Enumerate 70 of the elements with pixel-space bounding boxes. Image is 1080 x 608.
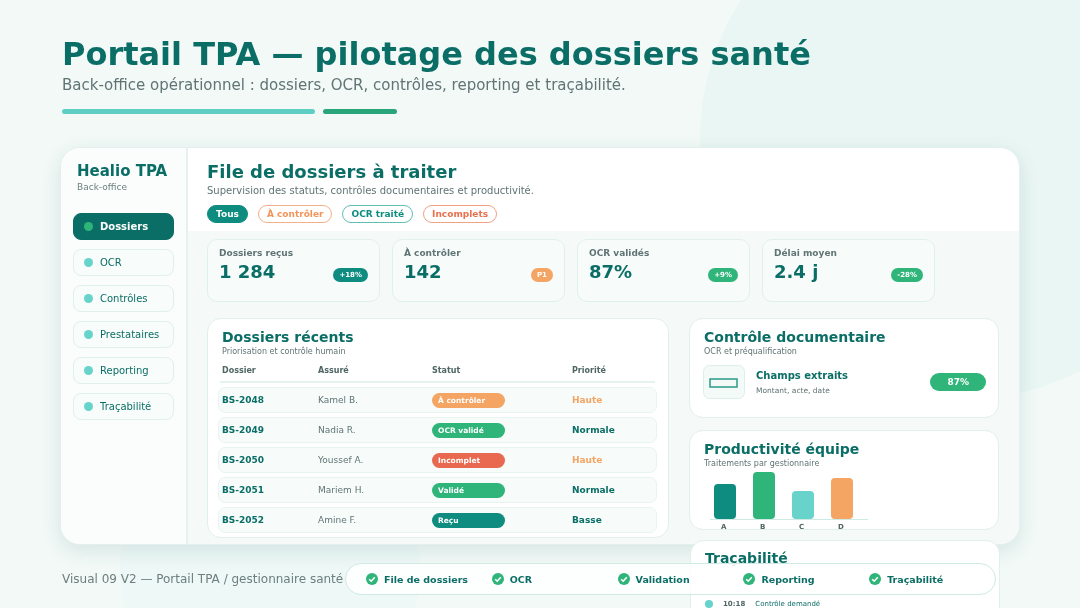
kpi-label: À contrôler: [404, 248, 462, 258]
sidebar-item-label: OCR: [100, 257, 122, 268]
kpi-label: OCR validés: [589, 248, 651, 258]
card-subtitle: Priorisation et contrôle humain: [221, 347, 347, 356]
table-cell-text: Kamel B.: [318, 395, 359, 405]
page-subtitle: Back-office opérationnel : dossiers, OCR, contrôles, reporting et traçabilité.: [62, 76, 627, 94]
column-header: Dossier: [222, 366, 257, 375]
step-label: File de dossiers: [384, 573, 468, 585]
sidebar-item[interactable]: Reporting: [73, 357, 174, 384]
column-header: Priorité: [572, 366, 606, 375]
sidebar-item[interactable]: Traçabilité: [73, 393, 174, 420]
table-cell: Normale: [572, 485, 615, 495]
footer-caption: Visual 09 V2 — Portail TPA / gestionnaire santé: [62, 572, 344, 586]
sidebar-item-label: Prestataires: [100, 329, 160, 340]
document-icon: [703, 365, 745, 399]
step-label: Validation: [635, 573, 690, 585]
table-cell: Haute: [572, 395, 603, 405]
filter-chip[interactable]: OCR traité: [342, 205, 414, 223]
table-cell: Basse: [572, 515, 602, 525]
step-label: OCR: [509, 573, 533, 585]
sidebar-item[interactable]: Contrôles: [73, 285, 174, 312]
dot-icon: [84, 330, 93, 339]
card-subtitle: Traitements par gestionnaire: [703, 459, 821, 468]
section-title: File de dossiers à traiter: [207, 161, 458, 182]
sidebar-item[interactable]: OCR: [73, 249, 174, 276]
table-cell-text: BS-2052: [222, 515, 266, 525]
table-cell-text: BS-2050: [222, 455, 266, 465]
sidebar-item-label: Reporting: [100, 365, 149, 376]
sidebar-item-label: Contrôles: [100, 293, 148, 304]
table-cell-text: BS-2048: [222, 395, 266, 405]
page-title: Portail TPA — pilotage des dossiers santé: [62, 34, 812, 74]
kpi-label: Dossiers reçus: [219, 248, 295, 258]
dot-icon: [84, 222, 93, 231]
table-cell: Normale: [572, 425, 615, 435]
card-title: Dossiers récents: [221, 329, 355, 345]
brand-name: Healio TPA: [76, 162, 169, 180]
kpi-value: 87%: [589, 261, 633, 282]
card-subtitle: OCR et préqualification: [703, 347, 798, 356]
dot-icon: [84, 294, 93, 303]
item-title: Champs extraits: [756, 369, 850, 381]
score-badge: 87%: [930, 373, 986, 391]
kpi-value: 142: [404, 261, 442, 282]
section-subtitle: Supervision des statuts, contrôles documentaires et productivité.: [207, 185, 535, 196]
table-cell: Haute: [572, 455, 603, 465]
column-header: Statut: [432, 366, 462, 375]
card-title: Productivité équipe: [703, 441, 861, 457]
table-cell-text: BS-2051: [222, 485, 266, 495]
card-title: Traçabilité: [704, 550, 789, 566]
kpi-value: 1 284: [219, 261, 276, 282]
step-label: Reporting: [761, 573, 815, 585]
brand-tagline: Back-office: [76, 182, 128, 192]
dot-icon: [705, 600, 713, 608]
kpi-label: Délai moyen: [774, 248, 838, 258]
table-cell-text: Youssef A.: [318, 455, 365, 465]
sidebar-item-label: Traçabilité: [100, 401, 152, 412]
step-label: Traçabilité: [887, 573, 944, 585]
card-title: Contrôle documentaire: [703, 329, 887, 345]
table-cell-text: BS-2049: [222, 425, 266, 435]
dot-icon: [84, 366, 93, 375]
kpi-value: 2.4 j: [774, 261, 819, 282]
dot-icon: [84, 402, 93, 411]
sidebar-item[interactable]: Prestataires: [73, 321, 174, 348]
filter-chip[interactable]: Tous: [207, 205, 248, 223]
sidebar-item[interactable]: Dossiers: [73, 213, 174, 240]
sidebar-item-label: Dossiers: [100, 221, 149, 232]
table-cell-text: Mariem H.: [318, 485, 366, 495]
dot-icon: [84, 258, 93, 267]
table-cell-text: Amine F.: [318, 515, 358, 525]
column-header: Assuré: [318, 366, 350, 375]
table-cell-text: Nadia R.: [318, 425, 357, 435]
